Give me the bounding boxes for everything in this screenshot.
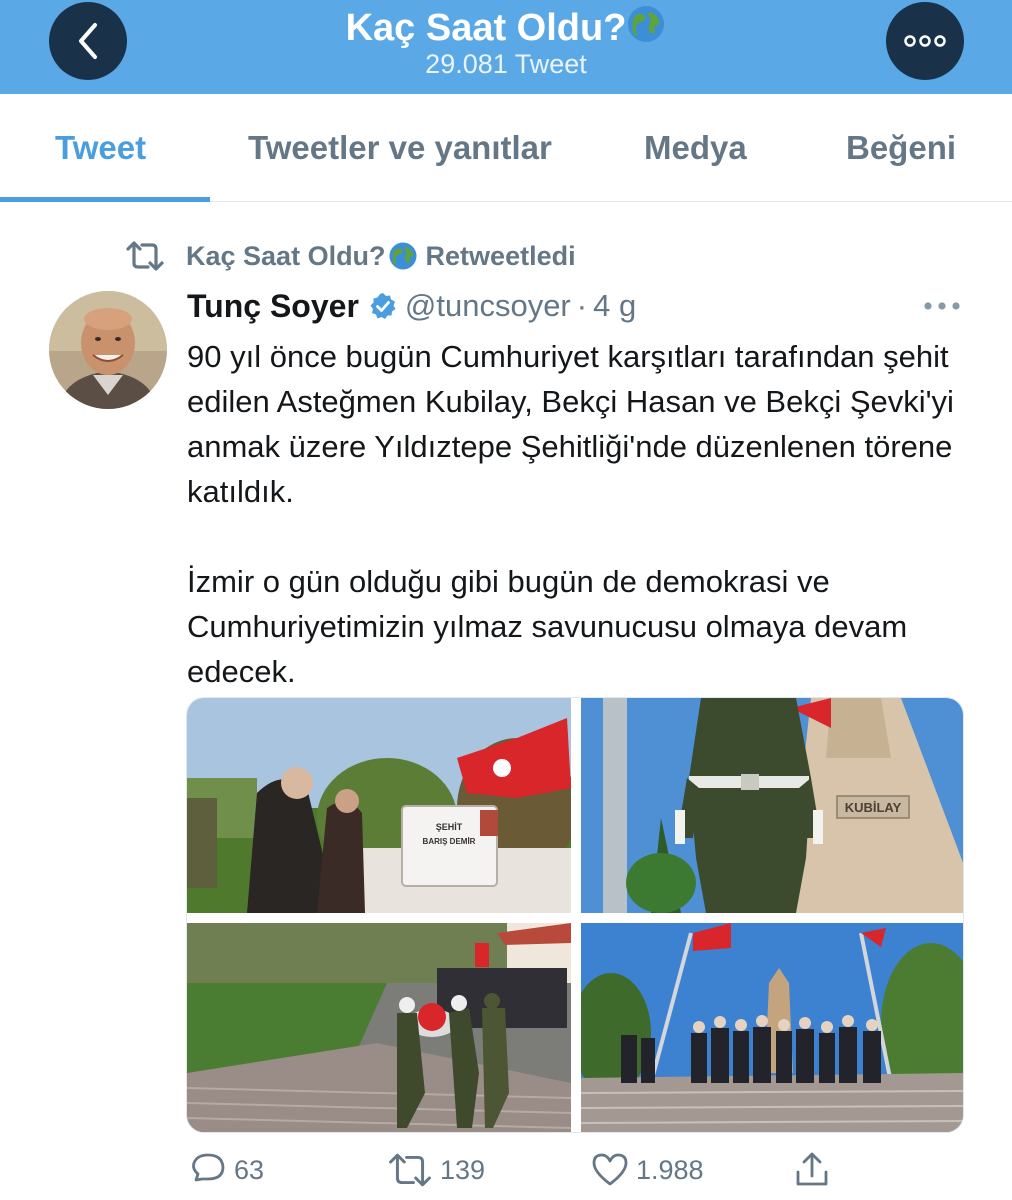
meta-separator: · (576, 288, 588, 323)
like-button[interactable]: 1.988 (590, 1150, 704, 1190)
profile-header: Kaç Saat Oldu? 29.081 Tweet (0, 0, 1012, 94)
reply-count: 63 (234, 1154, 265, 1185)
tweet-body: 90 yıl önce bugün Cumhuriyet karşıtları … (187, 334, 977, 694)
active-tab-indicator (0, 197, 210, 202)
monument-label: KUBİLAY (845, 800, 902, 815)
media-photo-1[interactable]: ŞEHİT BARIŞ DEMİR (187, 698, 571, 913)
tab-media[interactable]: Medya (644, 128, 747, 168)
tweet-header: Tunç Soyer @tuncsoyer · 4 g (187, 284, 636, 328)
profile-name-text: Kaç Saat Oldu? (345, 7, 627, 49)
retweet-button[interactable]: 139 (386, 1150, 485, 1190)
globe-icon (628, 6, 665, 42)
like-count: 1.988 (636, 1154, 704, 1185)
globe-icon (389, 242, 417, 270)
avatar-image (49, 291, 167, 409)
more-options-button[interactable] (886, 2, 964, 80)
author-avatar[interactable] (49, 291, 167, 409)
retweet-notice[interactable]: Kaç Saat Oldu? Retweetledi (124, 236, 576, 276)
author-handle[interactable]: @tuncsoyer (405, 288, 571, 324)
tweet-more-icon[interactable] (922, 296, 962, 316)
tweet-media-grid: ŞEHİT BARIŞ DEMİR KUBİLAY (186, 697, 964, 1133)
retweeter-name: Kaç Saat Oldu? (186, 240, 386, 271)
share-icon (796, 1152, 828, 1186)
profile-name: Kaç Saat Oldu? (0, 4, 1012, 51)
tweet-paragraph: İzmir o gün olduğu gibi bugün de demokra… (187, 564, 908, 689)
profile-tabs: Tweet Tweetler ve yanıtlar Medya Beğeni (0, 94, 1012, 202)
heart-icon (592, 1153, 628, 1186)
verified-badge-icon (370, 293, 396, 319)
headstone-name: BARIŞ DEMİR (423, 837, 476, 846)
share-button[interactable] (792, 1150, 838, 1190)
headstone-title: ŞEHİT (436, 822, 463, 832)
tab-tweets[interactable]: Tweet (55, 128, 146, 168)
retweet-icon (126, 241, 164, 271)
media-photo-2[interactable]: KUBİLAY (581, 698, 963, 913)
more-icon (904, 35, 946, 47)
retweet-action-label: Retweetledi (425, 240, 576, 271)
reply-icon (192, 1153, 225, 1182)
tweet-actions: 63 139 1.988 (0, 1150, 1012, 1196)
author-name[interactable]: Tunç Soyer (187, 288, 359, 325)
tab-tweets-and-replies[interactable]: Tweetler ve yanıtlar (248, 128, 552, 168)
tab-likes[interactable]: Beğeni (846, 128, 956, 168)
retweet-icon (389, 1153, 431, 1187)
media-photo-3[interactable] (187, 923, 571, 1132)
tweet-time[interactable]: 4 g (593, 288, 636, 324)
reply-button[interactable]: 63 (188, 1150, 264, 1190)
retweet-count: 139 (440, 1154, 486, 1185)
tweet-paragraph: 90 yıl önce bugün Cumhuriyet karşıtları … (187, 339, 954, 509)
media-photo-4[interactable] (581, 923, 963, 1132)
tweet-count: 29.081 Tweet (425, 49, 587, 79)
